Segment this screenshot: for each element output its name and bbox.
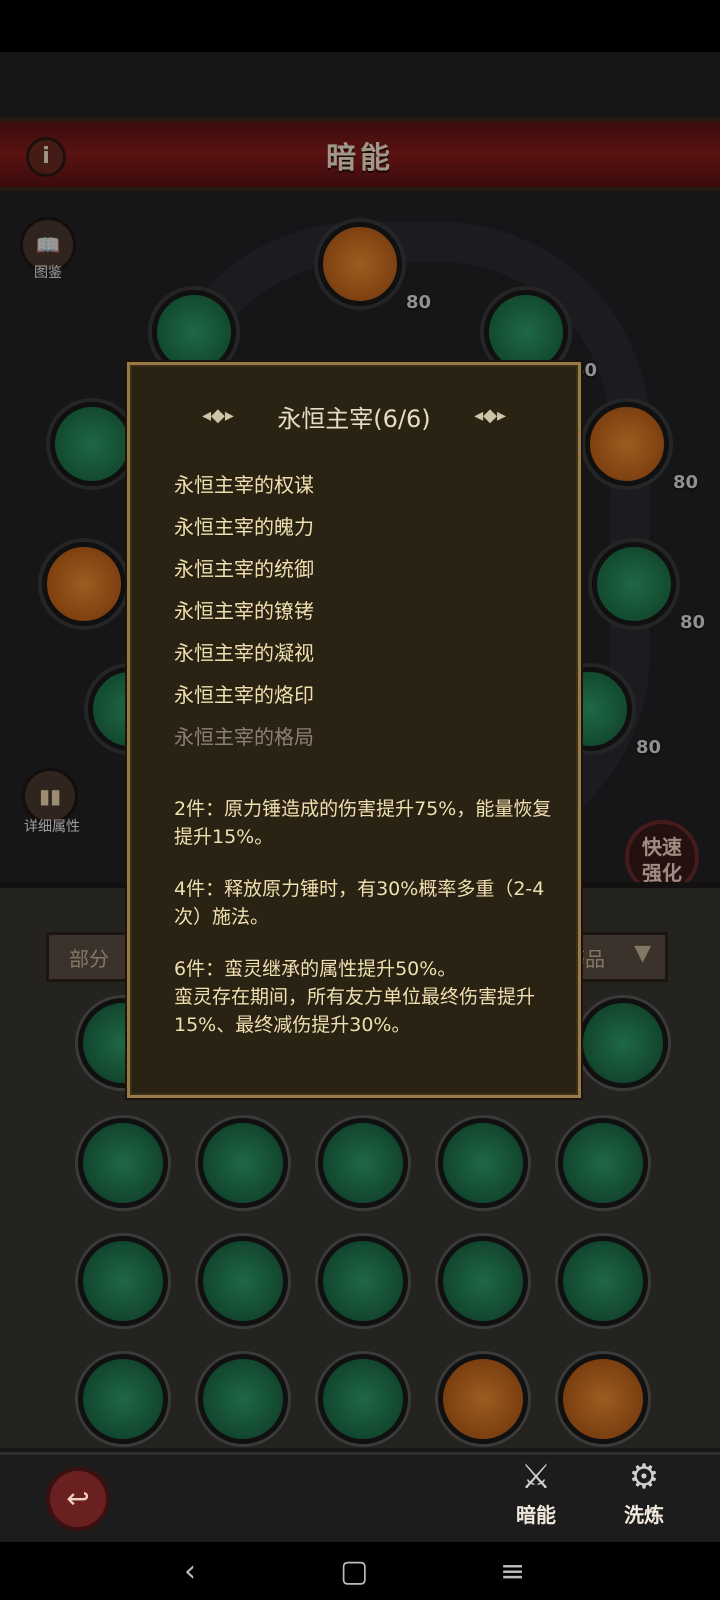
sword-icon: ⚔ <box>520 1457 552 1497</box>
set-piece: 永恒主宰的权谋 <box>174 473 314 497</box>
set-piece: 永恒主宰的镣铐 <box>174 599 314 623</box>
nav-back-icon[interactable]: ‹ <box>184 1554 196 1589</box>
left-ornament-icon: ◂◆▸ <box>202 405 234 426</box>
tab-refine[interactable]: ⚙ 洗炼 <box>604 1455 684 1528</box>
back-arrow-icon[interactable]: ↩ <box>46 1467 110 1531</box>
nav-home-icon[interactable]: ▢ <box>340 1554 368 1589</box>
status-bar <box>0 0 720 52</box>
set-piece: 永恒主宰的凝视 <box>174 641 314 665</box>
set-detail-dialog[interactable]: ◂◆▸ 永恒主宰(6/6) ◂◆▸ 永恒主宰的权谋 永恒主宰的魄力 永恒主宰的统… <box>127 362 581 1098</box>
set-effect-6: 6件：蛮灵继承的属性提升50%。 蛮灵存在期间，所有友方单位最终伤害提升15%、… <box>174 958 536 1036</box>
set-piece: 永恒主宰的统御 <box>174 557 314 581</box>
system-nav-bar: ‹ ▢ ≡ <box>0 1542 720 1600</box>
tab-dark-energy[interactable]: ⚔ 暗能 <box>496 1455 576 1528</box>
set-piece: 永恒主宰的魄力 <box>174 515 314 539</box>
set-effect-2: 2件：原力锤造成的伤害提升75%，能量恢复提升15%。 <box>174 798 552 848</box>
dialog-title-row: ◂◆▸ 永恒主宰(6/6) ◂◆▸ <box>130 399 578 434</box>
set-piece-missing: 永恒主宰的格局 <box>174 725 314 749</box>
right-ornament-icon: ◂◆▸ <box>474 405 506 426</box>
set-piece: 永恒主宰的烙印 <box>174 683 314 707</box>
dialog-title: 永恒主宰(6/6) <box>277 405 431 433</box>
nav-menu-icon[interactable]: ≡ <box>500 1554 525 1589</box>
bottom-bar: ↩ ⚔ 暗能 ⚙ 洗炼 <box>0 1452 720 1545</box>
triple-ring-icon: ⚙ <box>628 1457 660 1497</box>
set-effect-4: 4件：释放原力锤时，有30%概率多重（2-4次）施法。 <box>174 878 545 928</box>
